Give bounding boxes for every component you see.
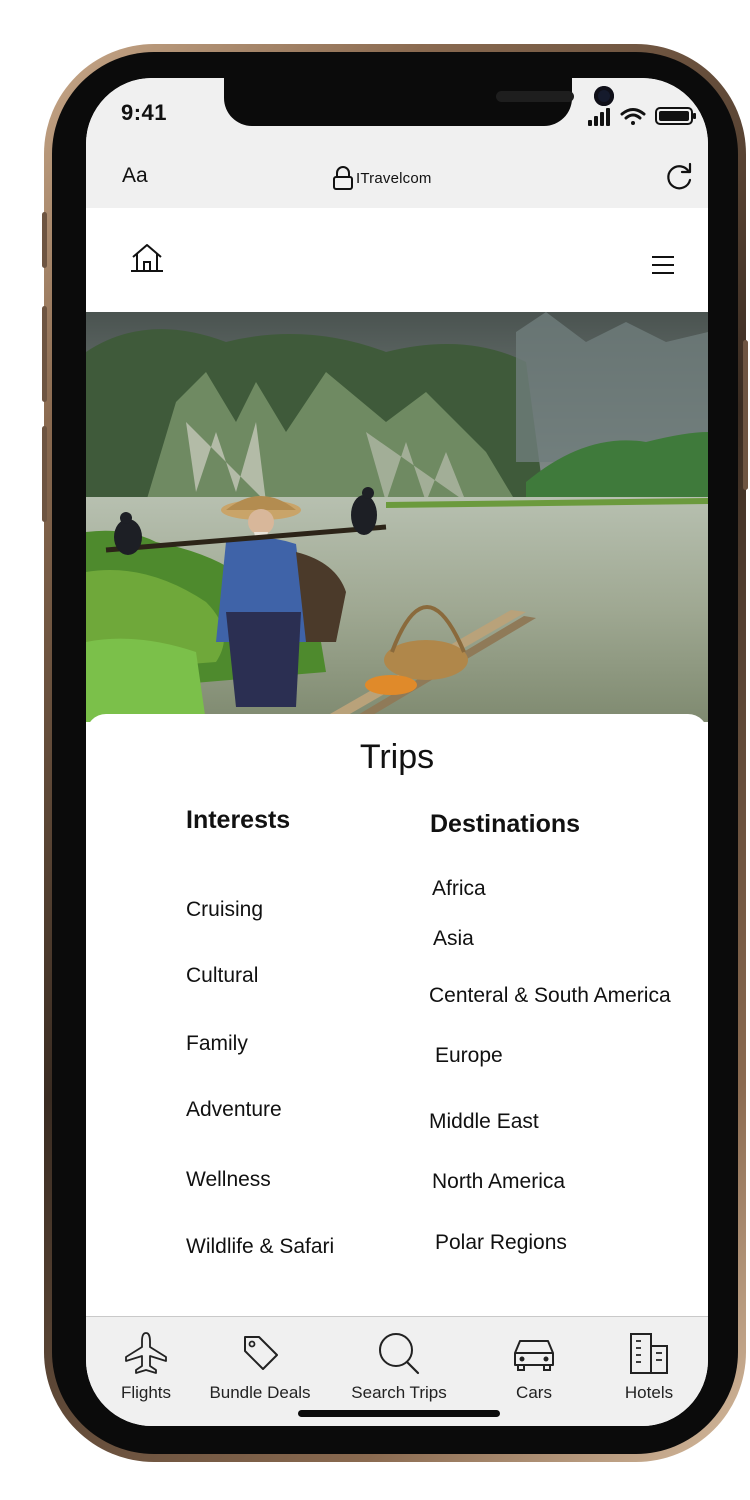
tag-icon xyxy=(244,1336,278,1370)
interest-item[interactable]: Adventure xyxy=(186,1098,282,1122)
interest-item[interactable]: Cultural xyxy=(186,964,258,988)
side-button-volume-down xyxy=(42,426,47,522)
airplane-icon xyxy=(125,1332,167,1374)
tab-label: Search Trips xyxy=(351,1383,447,1402)
tab-label: Cars xyxy=(516,1383,552,1402)
side-button-volume-up xyxy=(42,306,47,402)
destination-item[interactable]: Africa xyxy=(432,877,486,901)
tab-bundle-deals[interactable]: Bundle Deals xyxy=(200,1331,320,1403)
wifi-icon xyxy=(620,108,646,125)
text-size-button[interactable]: Aa xyxy=(122,164,148,188)
destination-item[interactable]: Middle East xyxy=(429,1110,539,1134)
reload-icon[interactable] xyxy=(664,160,696,192)
tab-label: Hotels xyxy=(624,1383,674,1402)
lock-icon xyxy=(333,166,353,190)
address-bar[interactable]: ITravelcom xyxy=(332,166,432,190)
interest-item[interactable]: Wildlife & Safari xyxy=(186,1235,334,1259)
side-button-power xyxy=(743,340,748,490)
hamburger-menu-icon[interactable] xyxy=(651,255,675,275)
tab-search-trips[interactable]: Search Trips xyxy=(339,1331,459,1403)
destination-item[interactable]: North America xyxy=(432,1170,565,1194)
front-camera xyxy=(594,86,614,106)
trips-panel xyxy=(86,714,708,1319)
interest-item[interactable]: Family xyxy=(186,1032,248,1056)
destination-item[interactable]: Asia xyxy=(433,927,474,951)
battery-icon xyxy=(655,107,696,125)
destination-item[interactable]: Centeral & South America xyxy=(429,984,671,1008)
status-icons xyxy=(588,107,696,126)
home-indicator xyxy=(298,1410,500,1417)
destination-item[interactable]: Europe xyxy=(435,1044,503,1068)
hotel-building-icon xyxy=(630,1333,668,1374)
search-icon xyxy=(379,1333,420,1375)
url-text: ITravelcom xyxy=(356,169,432,187)
tab-cars[interactable]: Cars xyxy=(474,1331,594,1403)
tab-label: Bundle Deals xyxy=(209,1383,311,1402)
car-icon xyxy=(514,1340,554,1371)
tab-label: Flights xyxy=(120,1383,172,1402)
signal-icon xyxy=(588,108,610,126)
destination-item[interactable]: Polar Regions xyxy=(435,1231,567,1255)
interest-item[interactable]: Wellness xyxy=(186,1168,271,1192)
interests-heading: Interests xyxy=(186,806,291,834)
destinations-heading: Destinations xyxy=(430,810,581,838)
side-button-silent xyxy=(42,212,47,268)
home-icon[interactable] xyxy=(130,242,164,274)
speaker xyxy=(496,91,574,102)
interest-item[interactable]: Cruising xyxy=(186,898,263,922)
tab-hotels[interactable]: Hotels xyxy=(589,1331,708,1403)
status-time: 9:41 xyxy=(121,100,168,125)
trips-title: Trips xyxy=(359,738,435,776)
notch xyxy=(224,78,614,126)
tab-flights[interactable]: Flights xyxy=(86,1331,206,1403)
hero-image xyxy=(86,312,708,722)
phone-screen: 9:41 Aa ITravelcom Trips Interests Desti… xyxy=(86,78,708,1426)
